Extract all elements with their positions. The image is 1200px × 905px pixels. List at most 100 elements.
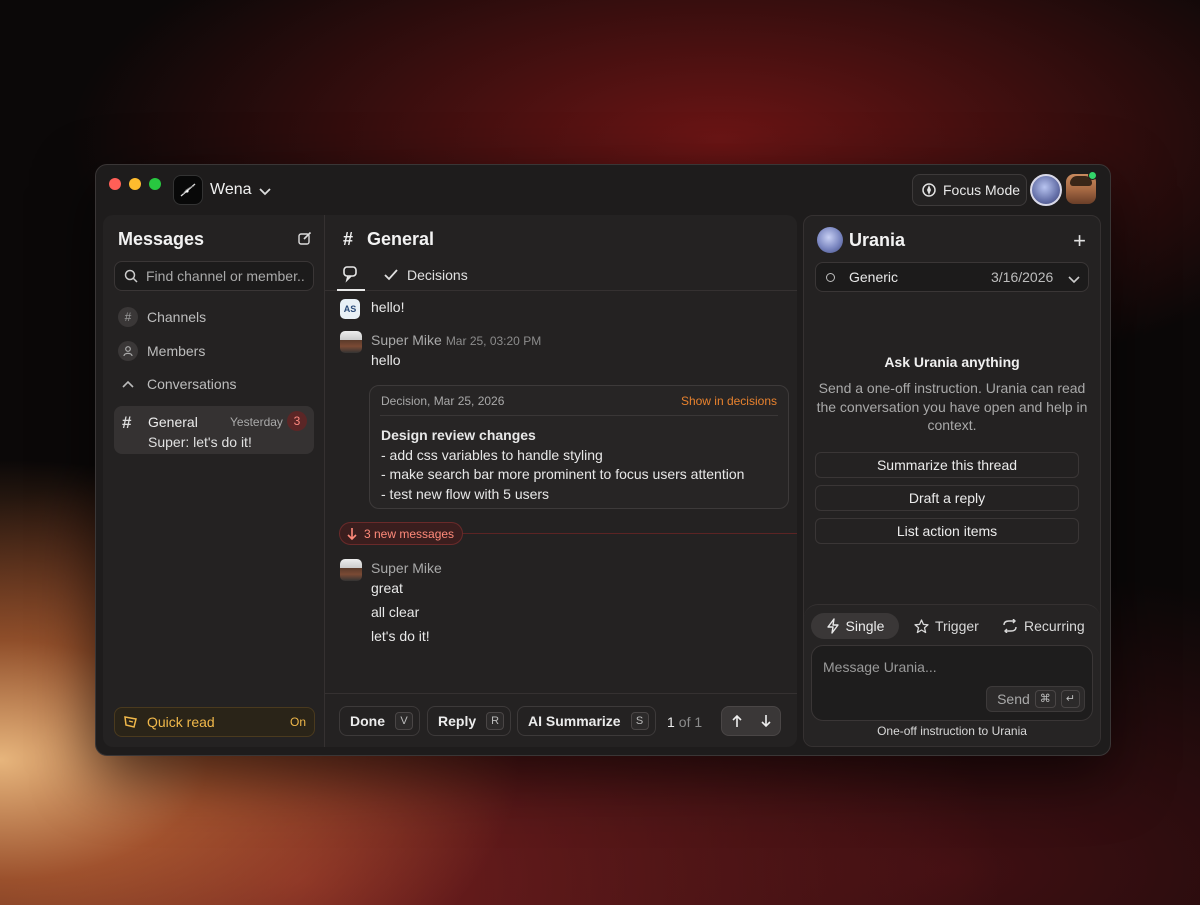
shortcut-key: V <box>395 712 413 730</box>
message-text: great <box>371 580 403 596</box>
compose-icon[interactable] <box>298 231 312 250</box>
divider <box>380 415 778 416</box>
zoom-window-button[interactable] <box>149 178 161 190</box>
minimize-window-button[interactable] <box>129 178 141 190</box>
mode-recurring[interactable]: Recurring <box>1002 613 1085 639</box>
assistant-orb-icon <box>817 227 843 253</box>
thread-footer: Done V Reply R AI Summarize S 1 of 1 <box>325 693 797 747</box>
arrow-up-icon[interactable] <box>722 707 751 735</box>
conversation-name: General <box>148 414 198 430</box>
assistant-orb-avatar[interactable] <box>1030 174 1062 206</box>
context-date: 3/16/2026 <box>991 269 1054 285</box>
mode-selector: Single Trigger Recurring <box>811 613 1093 639</box>
reply-label: Reply <box>438 713 477 729</box>
hash-icon: # <box>118 307 138 327</box>
avatar[interactable] <box>340 331 362 353</box>
hash-icon: # <box>343 229 354 249</box>
message-text: let's do it! <box>371 628 430 644</box>
context-select[interactable]: Generic 3/16/2026 <box>815 262 1089 292</box>
message-placeholder: Message Urania... <box>823 659 937 675</box>
channel-view: # General Decisions AS hello! Super Mike… <box>325 215 797 747</box>
context-name: Generic <box>849 269 899 285</box>
summarize-thread-button[interactable]: Summarize this thread <box>815 452 1079 478</box>
assistant-title: Urania <box>849 230 906 250</box>
chat-bubbles-icon <box>343 266 357 283</box>
message-author[interactable]: Super Mike Mar 25, 03:20 PM <box>371 332 541 348</box>
arrow-down-icon <box>347 527 357 540</box>
tab-decisions[interactable]: Decisions <box>383 267 468 283</box>
send-button[interactable]: Send ⌘ ↵ <box>986 686 1085 712</box>
composer-hint: One-off instruction to Urania <box>877 724 1027 738</box>
assistant-heading: Ask Urania anything <box>884 354 1020 370</box>
shortcut-key: S <box>630 712 649 730</box>
message-text: hello <box>371 352 401 368</box>
search-input[interactable]: Find channel or member.. <box>114 261 314 291</box>
close-window-button[interactable] <box>109 178 121 190</box>
focus-mode-button[interactable]: Focus Mode <box>912 174 1027 206</box>
message-author[interactable]: Super Mike <box>371 560 442 576</box>
list-action-items-button[interactable]: List action items <box>815 518 1079 544</box>
conversation-time: Yesterday <box>230 415 283 429</box>
new-messages-label: 3 new messages <box>364 526 455 541</box>
arrow-down-icon[interactable] <box>751 707 780 735</box>
avatar[interactable] <box>340 559 362 581</box>
mode-label: Recurring <box>1024 618 1085 634</box>
sidebar-item-label: Conversations <box>147 376 237 392</box>
pager-arrows <box>721 706 781 736</box>
hash-icon: # <box>122 413 132 432</box>
ai-summarize-button[interactable]: AI Summarize S <box>517 706 656 736</box>
sidebar-item-label: Channels <box>147 309 207 325</box>
plus-icon[interactable]: + <box>1073 228 1086 254</box>
sidebar-item-conversations[interactable]: Conversations <box>118 376 237 392</box>
quick-read-toggle[interactable]: Quick read On <box>114 707 315 737</box>
app-logo-icon[interactable] <box>173 175 203 205</box>
search-placeholder: Find channel or member.. <box>146 268 305 284</box>
new-messages-pill[interactable]: 3 new messages <box>339 522 464 545</box>
decision-body: Design review changes - add css variable… <box>381 426 744 504</box>
titlebar: Wena Focus Mode <box>96 165 1110 215</box>
command-key-icon: ⌘ <box>1034 690 1056 708</box>
show-in-decisions-link[interactable]: Show in decisions <box>681 394 777 408</box>
message-text: all clear <box>371 604 420 620</box>
focus-mode-label: Focus Mode <box>943 182 1021 198</box>
tab-threads[interactable] <box>337 265 365 291</box>
search-icon <box>124 269 138 283</box>
message-author-name: Super Mike <box>371 332 442 348</box>
app-window: Wena Focus Mode Messages Find channel or… <box>95 164 1111 756</box>
sidebar-item-label: Members <box>147 343 206 359</box>
done-label: Done <box>350 713 385 729</box>
avatar[interactable]: AS <box>340 299 360 319</box>
message-input[interactable]: Message Urania... Send ⌘ ↵ <box>811 645 1093 721</box>
book-icon <box>124 716 137 728</box>
workspace-name[interactable]: Wena <box>210 181 252 199</box>
mode-single[interactable]: Single <box>811 613 899 639</box>
sidebar-item-channels[interactable]: # Channels <box>118 307 206 327</box>
pager: 1 of 1 <box>667 714 702 730</box>
decision-title: Design review changes <box>381 427 536 443</box>
quick-read-label: Quick read <box>147 714 215 730</box>
page-total: of 1 <box>678 714 703 730</box>
assistant-description: Send a one-off instruction. Urania can r… <box>816 380 1088 433</box>
online-status-icon <box>1088 171 1097 180</box>
decision-header: Decision, Mar 25, 2026 <box>381 394 505 408</box>
mode-trigger[interactable]: Trigger <box>914 613 979 639</box>
sidebar-item-members[interactable]: Members <box>118 341 205 361</box>
status-circle-icon <box>826 273 835 282</box>
sidebar: Messages Find channel or member.. # Chan… <box>103 215 325 747</box>
channel-tabs: Decisions <box>325 265 797 291</box>
composer-area: Single Trigger Recurring Message Urania.… <box>804 604 1100 746</box>
decision-item: - test new flow with 5 users <box>381 485 550 502</box>
conversation-preview: Super: let's do it! <box>148 434 252 450</box>
conversation-item-general[interactable]: # General Yesterday 3 Super: let's do it… <box>114 406 314 454</box>
page-current: 1 <box>667 714 675 730</box>
reply-button[interactable]: Reply R <box>427 706 512 736</box>
draft-reply-button[interactable]: Draft a reply <box>815 485 1079 511</box>
quick-read-state: On <box>289 715 306 729</box>
return-key-icon: ↵ <box>1060 690 1080 708</box>
chevron-down-icon[interactable] <box>258 184 272 202</box>
decision-card: Decision, Mar 25, 2026 Show in decisions… <box>369 385 789 509</box>
decision-item: - add css variables to handle styling <box>381 446 603 463</box>
sidebar-title: Messages <box>118 229 205 249</box>
done-button[interactable]: Done V <box>339 706 420 736</box>
assistant-panel: Urania + Generic 3/16/2026 Ask Urania an… <box>803 215 1101 747</box>
